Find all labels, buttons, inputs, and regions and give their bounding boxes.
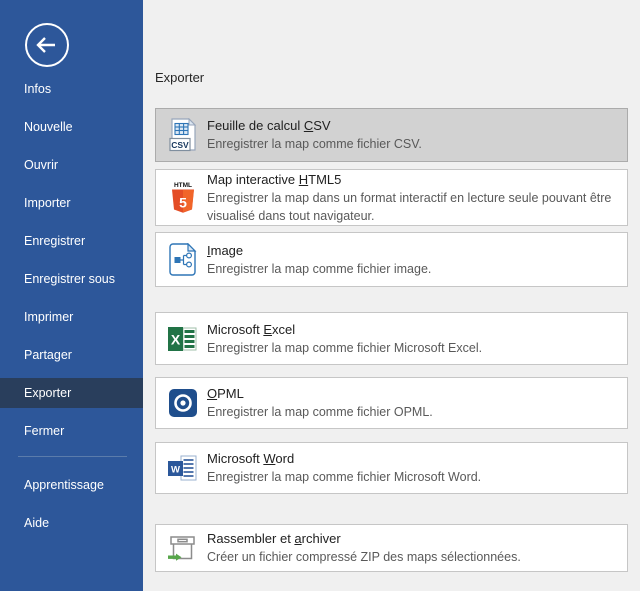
svg-text:HTML: HTML	[174, 182, 192, 189]
sidebar-item-enregistrer-sous[interactable]: Enregistrer sous	[0, 264, 143, 294]
sidebar-item-importer[interactable]: Importer	[0, 188, 143, 218]
sidebar-divider	[18, 456, 127, 457]
export-option-description: Enregistrer la map comme fichier CSV.	[207, 137, 422, 151]
svg-text:W: W	[171, 465, 180, 476]
backstage-nav: Infos Nouvelle Ouvrir Importer Enregistr…	[0, 74, 143, 538]
sidebar-item-aide[interactable]: Aide	[0, 508, 143, 538]
csv-file-icon: CSV	[168, 117, 198, 153]
sidebar-item-apprentissage[interactable]: Apprentissage	[0, 470, 143, 500]
export-option-image[interactable]: Image Enregistrer la map comme fichier i…	[155, 232, 628, 287]
sidebar-item-fermer[interactable]: Fermer	[0, 416, 143, 446]
archive-icon	[168, 530, 198, 566]
sidebar-item-partager[interactable]: Partager	[0, 340, 143, 370]
sidebar-item-exporter[interactable]: Exporter	[0, 378, 143, 408]
export-option-description: Enregistrer la map comme fichier Microso…	[207, 341, 482, 355]
export-option-opml[interactable]: OPML Enregistrer la map comme fichier OP…	[155, 377, 628, 429]
sidebar-item-infos[interactable]: Infos	[0, 74, 143, 104]
back-arrow-icon	[24, 22, 70, 68]
export-option-archive[interactable]: Rassembler et archiver Créer un fichier …	[155, 524, 628, 572]
export-option-title: Microsoft Excel	[207, 322, 295, 337]
export-option-html5[interactable]: HTML 5 Map interactive HTML5 Enregistrer…	[155, 169, 628, 226]
svg-text:5: 5	[179, 195, 187, 211]
export-pane: Exporter CSV Feuille de calcul CSV Enreg…	[143, 0, 640, 591]
export-option-description: Créer un fichier compressé ZIP des maps …	[207, 550, 521, 564]
export-option-title: Feuille de calcul CSV	[207, 118, 331, 133]
export-option-description: Enregistrer la map comme fichier Microso…	[207, 470, 481, 484]
svg-text:X: X	[171, 331, 181, 347]
image-file-icon	[168, 242, 198, 278]
page-title: Exporter	[155, 70, 640, 85]
export-option-word[interactable]: W Microsoft Word Enregistrer la map comm…	[155, 442, 628, 494]
export-option-description: Enregistrer la map comme fichier OPML.	[207, 405, 433, 419]
html5-icon: HTML 5	[168, 180, 198, 216]
export-option-description: Enregistrer la map comme fichier image.	[207, 262, 431, 276]
export-option-excel[interactable]: X Microsoft Excel Enregistrer la map com…	[155, 312, 628, 365]
export-option-title: Rassembler et archiver	[207, 531, 341, 546]
export-option-title: Microsoft Word	[207, 451, 294, 466]
excel-icon: X	[168, 321, 198, 357]
sidebar-item-ouvrir[interactable]: Ouvrir	[0, 150, 143, 180]
sidebar-item-enregistrer[interactable]: Enregistrer	[0, 226, 143, 256]
word-icon: W	[168, 450, 198, 486]
backstage-sidebar: Infos Nouvelle Ouvrir Importer Enregistr…	[0, 0, 143, 591]
export-option-title: OPML	[207, 386, 244, 401]
sidebar-item-imprimer[interactable]: Imprimer	[0, 302, 143, 332]
export-option-csv[interactable]: CSV Feuille de calcul CSV Enregistrer la…	[155, 108, 628, 162]
export-option-title: Map interactive HTML5	[207, 172, 341, 187]
svg-text:CSV: CSV	[171, 140, 189, 150]
export-option-title: Image	[207, 243, 243, 258]
opml-icon	[168, 385, 198, 421]
back-button[interactable]	[24, 22, 70, 68]
sidebar-item-nouvelle[interactable]: Nouvelle	[0, 112, 143, 142]
export-option-description: Enregistrer la map dans un format intera…	[207, 191, 611, 223]
